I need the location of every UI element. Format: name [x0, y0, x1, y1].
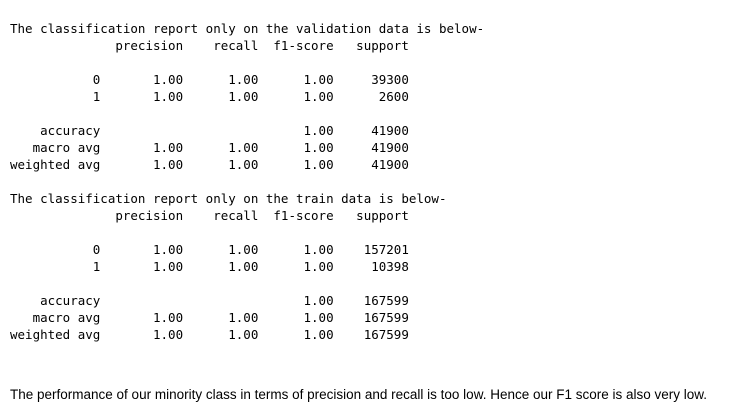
train-report-title: The classification report only on the tr… [10, 191, 447, 206]
conclusion-text: The performance of our minority class in… [10, 387, 708, 402]
validation-report-row: accuracy 1.00 41900 [10, 123, 409, 138]
validation-report-header: precision recall f1-score support [10, 38, 409, 53]
train-report-row [10, 224, 740, 241]
cell-output: The classification report only on the va… [10, 20, 740, 343]
train-report-row: 0 1.00 1.00 1.00 157201 [10, 242, 409, 257]
validation-report-row: macro avg 1.00 1.00 1.00 41900 [10, 140, 409, 155]
validation-report-title: The classification report only on the va… [10, 21, 485, 36]
validation-report-row: weighted avg 1.00 1.00 1.00 41900 [10, 157, 409, 172]
train-report-row: 1 1.00 1.00 1.00 10398 [10, 259, 409, 274]
train-report-row: weighted avg 1.00 1.00 1.00 167599 [10, 327, 409, 342]
validation-report-row: 1 1.00 1.00 1.00 2600 [10, 89, 409, 104]
validation-report-row [10, 105, 740, 122]
train-report-row: accuracy 1.00 167599 [10, 293, 409, 308]
validation-report-row [10, 54, 740, 71]
train-report-row: macro avg 1.00 1.00 1.00 167599 [10, 310, 409, 325]
validation-report-row: 0 1.00 1.00 1.00 39300 [10, 72, 409, 87]
train-report-header: precision recall f1-score support [10, 208, 409, 223]
train-report-row [10, 275, 740, 292]
